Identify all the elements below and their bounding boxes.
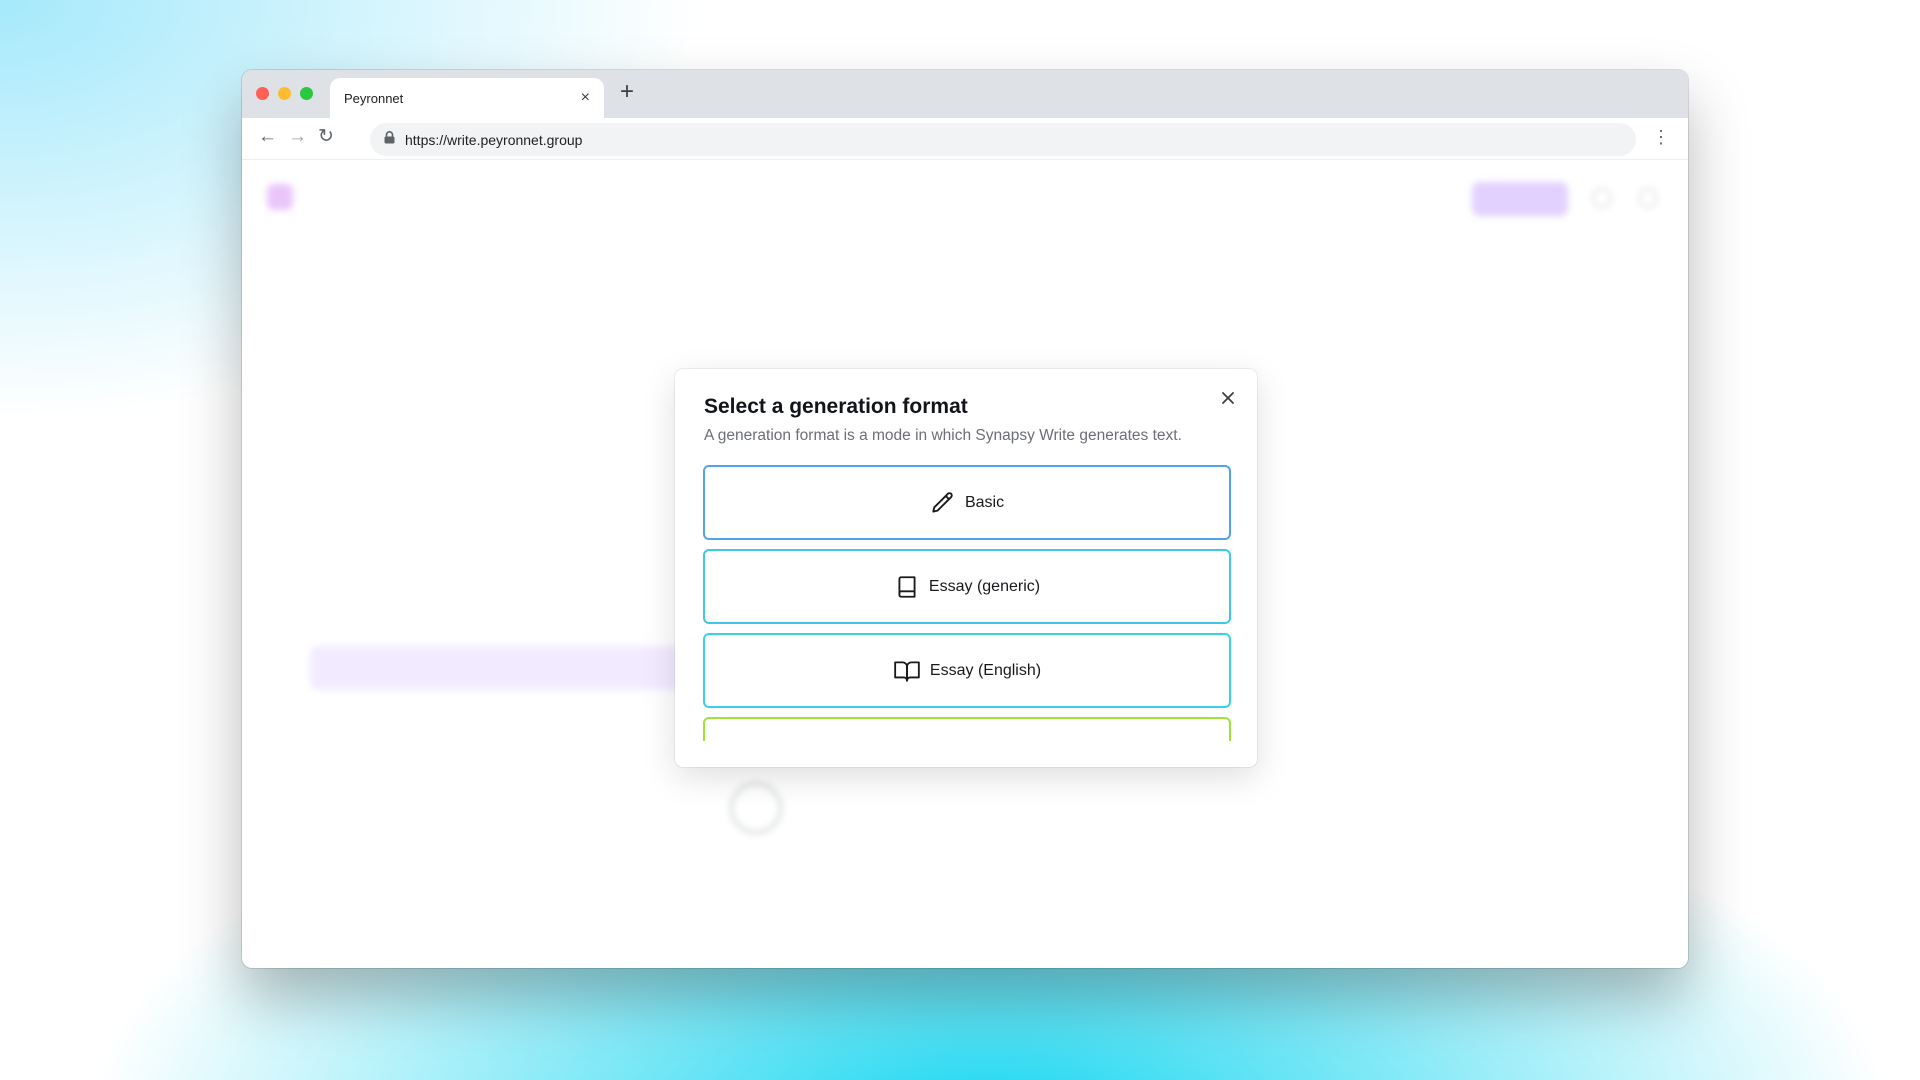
tab-title: Peyronnet <box>344 90 404 106</box>
format-option-essay-english[interactable]: Essay (English) <box>703 633 1231 708</box>
address-url: https://write.peyronnet.group <box>405 131 583 148</box>
browser-window: Peyronnet × + ← → ↻ https://write.peyron… <box>242 70 1688 968</box>
browser-menu-icon[interactable]: ⋮ <box>1652 128 1670 146</box>
create-button <box>1472 182 1568 216</box>
help-icon <box>1592 188 1612 208</box>
tab-close-icon[interactable]: × <box>581 90 590 106</box>
pencil-icon <box>930 490 956 516</box>
lock-icon <box>384 130 395 149</box>
modal-title: Select a generation format <box>704 395 968 418</box>
format-options-list[interactable]: Basic Essay (generic) Essay (English) <box>703 465 1231 741</box>
book-icon <box>894 574 920 600</box>
format-option-label: Basic <box>964 493 1005 511</box>
forward-button[interactable]: → <box>288 127 307 146</box>
book-open-icon <box>893 658 921 684</box>
app-logo <box>267 184 293 210</box>
window-controls <box>256 87 313 100</box>
modal-close-icon[interactable] <box>1217 387 1239 409</box>
generate-button-blurred <box>310 646 690 690</box>
account-icon <box>1638 188 1658 208</box>
back-button[interactable]: ← <box>258 127 277 146</box>
close-window-button[interactable] <box>256 87 269 100</box>
minimize-window-button[interactable] <box>278 87 291 100</box>
browser-tab[interactable]: Peyronnet × <box>330 78 604 118</box>
maximize-window-button[interactable] <box>300 87 313 100</box>
reload-button[interactable]: ↻ <box>318 127 334 146</box>
browser-titlebar: Peyronnet × + <box>242 70 1688 118</box>
browser-toolbar: ← → ↻ https://write.peyronnet.group ⋮ <box>242 118 1688 160</box>
app-navbar <box>242 160 1688 232</box>
format-modal: Select a generation format A generation … <box>675 369 1257 767</box>
format-option-label: Essay (generic) <box>928 577 1041 595</box>
address-bar[interactable]: https://write.peyronnet.group <box>370 123 1636 156</box>
new-tab-button[interactable]: + <box>620 80 634 104</box>
format-option-basic[interactable]: Basic <box>703 465 1231 540</box>
format-option-partial[interactable] <box>703 717 1231 741</box>
format-option-label: Essay (English) <box>929 661 1042 679</box>
format-option-essay-generic[interactable]: Essay (generic) <box>703 549 1231 624</box>
modal-description: A generation format is a mode in which S… <box>704 427 1182 444</box>
info-icon <box>730 782 782 834</box>
